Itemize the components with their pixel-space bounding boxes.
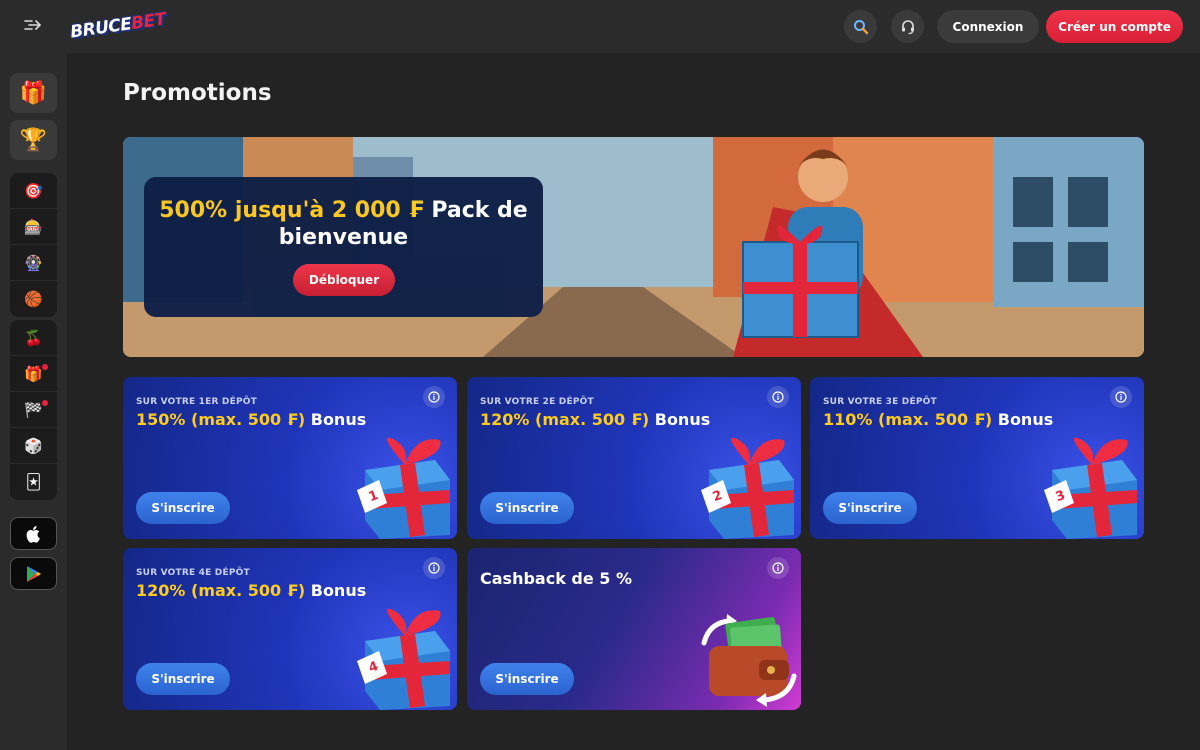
sidebar-group-games: 🎯 🎰 🎡 🏀 [10, 173, 57, 317]
promo-amount: 110% (max. 500 ₣) [823, 410, 993, 429]
welcome-offer-title: 500% jusqu'à 2 000 ₣ Pack de bienvenue [144, 197, 543, 251]
gift-box-illustration [357, 608, 450, 710]
signup-button[interactable]: S'inscrire [136, 492, 230, 524]
info-button[interactable] [423, 557, 445, 579]
welcome-offer-title-rest: Pack de [423, 198, 528, 223]
promo-title: 150% (max. 500 ₣) Bonus [136, 410, 366, 429]
signup-button[interactable]: S'inscrire [480, 492, 574, 524]
brand-logo[interactable]: BRUCEBET [69, 9, 167, 44]
sidebar-item-tournaments[interactable]: 🏆 [10, 120, 57, 160]
logo-text-bet: BET [129, 9, 168, 35]
welcome-offer-title-line2: bienvenue [278, 225, 409, 250]
promo-title-rest: Bonus [305, 581, 367, 600]
ball-icon: 🏀 [24, 290, 43, 308]
apple-icon [26, 525, 40, 543]
dice-icon: 🎲 [24, 436, 43, 455]
signup-button[interactable]: S'inscrire [823, 492, 917, 524]
info-icon [428, 562, 440, 574]
promo-amount: 150% (max. 500 ₣) [136, 410, 306, 429]
google-play-icon [26, 565, 41, 582]
promo-title-rest: Bonus [992, 410, 1054, 429]
promo-amount: 120% (max. 500 ₣) [136, 581, 306, 600]
sidebar-item-cherry[interactable]: 🍒 [10, 320, 57, 356]
sidebar-item-present[interactable]: 🎁 [10, 356, 57, 392]
signup-button[interactable]: S'inscrire [480, 663, 574, 695]
promo-amount: 120% (max. 500 ₣) [480, 410, 650, 429]
promo-card-cashback[interactable]: Cashback de 5 % S'inscrire [467, 548, 801, 710]
sidebar-item-ball[interactable]: 🏀 [10, 281, 57, 317]
welcome-offer-amount: 500% jusqu'à 2 000 ₣ [159, 198, 424, 223]
info-icon [1115, 391, 1127, 403]
sidebar-item-cards[interactable]: 🃏 [10, 464, 57, 500]
race-icon: 🏁 [24, 400, 43, 419]
sidebar-item-target[interactable]: 🎯 [10, 173, 57, 209]
roulette-icon: 🎡 [24, 253, 43, 272]
promo-title-rest: Bonus [305, 410, 367, 429]
promo-subtitle: SUR VOTRE 3E DÉPÔT [823, 397, 937, 407]
login-button[interactable]: Connexion [937, 10, 1039, 43]
info-button[interactable] [423, 386, 445, 408]
info-icon [772, 562, 784, 574]
signup-button[interactable]: S'inscrire [136, 663, 230, 695]
google-play-button[interactable] [10, 557, 57, 590]
promo-subtitle: SUR VOTRE 1ER DÉPÔT [136, 397, 257, 407]
info-button[interactable] [1110, 386, 1132, 408]
sidebar-item-promotions[interactable]: 🎁 [10, 73, 57, 113]
cherry-icon: 🍒 [24, 328, 43, 347]
info-icon [428, 391, 440, 403]
sidebar-toggle-icon[interactable] [22, 16, 44, 38]
promo-subtitle: SUR VOTRE 2E DÉPÔT [480, 397, 594, 407]
sidebar-item-wheel[interactable]: 🎡 [10, 245, 57, 281]
app-store-button[interactable] [10, 517, 57, 550]
headset-icon [901, 19, 914, 34]
promo-subtitle: SUR VOTRE 4E DÉPÔT [136, 568, 250, 578]
support-button[interactable] [891, 10, 924, 43]
wallet-cashback-illustration [701, 614, 797, 707]
trophy-icon: 🏆 [19, 127, 48, 153]
promo-title: 120% (max. 500 ₣) Bonus [480, 410, 710, 429]
search-icon [853, 19, 868, 34]
info-button[interactable] [767, 557, 789, 579]
promo-card-deposit-4[interactable]: SUR VOTRE 4E DÉPÔT 120% (max. 500 ₣) Bon… [123, 548, 457, 710]
notification-dot [42, 400, 48, 406]
sidebar-item-dice[interactable]: 🎲 [10, 428, 57, 464]
sidebar-item-race[interactable]: 🏁 [10, 392, 57, 428]
logo-text-bruce: BRUCE [69, 14, 133, 43]
cards-icon: 🃏 [25, 473, 42, 491]
top-header: BRUCEBET Connexion Créer un compte [0, 0, 1200, 53]
promo-title-rest: Bonus [649, 410, 711, 429]
target-icon: 🎯 [24, 181, 43, 200]
gift-box-illustration [701, 437, 794, 539]
slot-machine-icon: 🎰 [24, 217, 43, 236]
sidebar-group-categories: 🍒 🎁 🏁 🎲 🃏 [10, 320, 57, 500]
promo-title: 120% (max. 500 ₣) Bonus [136, 581, 366, 600]
promo-title: 110% (max. 500 ₣) Bonus [823, 410, 1053, 429]
info-button[interactable] [767, 386, 789, 408]
cashback-title: Cashback de 5 % [480, 569, 633, 588]
promo-card-deposit-1[interactable]: SUR VOTRE 1ER DÉPÔT 150% (max. 500 ₣) Bo… [123, 377, 457, 539]
gift-icon: 🎁 [19, 80, 48, 106]
register-button[interactable]: Créer un compte [1046, 10, 1183, 43]
notification-dot [42, 364, 48, 370]
unlock-button[interactable]: Débloquer [293, 264, 395, 296]
present-icon: 🎁 [24, 364, 43, 383]
promo-card-deposit-3[interactable]: SUR VOTRE 3E DÉPÔT 110% (max. 500 ₣) Bon… [810, 377, 1144, 539]
sidebar-item-slots[interactable]: 🎰 [10, 209, 57, 245]
search-button[interactable] [844, 10, 877, 43]
gift-box-illustration [1044, 437, 1137, 539]
welcome-banner[interactable]: 500% jusqu'à 2 000 ₣ Pack de bienvenue D… [123, 137, 1144, 357]
left-sidebar: 🎁 🏆 🎯 🎰 🎡 🏀 🍒 🎁 🏁 🎲 🃏 [0, 53, 67, 750]
welcome-offer-box: 500% jusqu'à 2 000 ₣ Pack de bienvenue D… [144, 177, 543, 317]
page-title: Promotions [123, 80, 272, 106]
promo-card-deposit-2[interactable]: SUR VOTRE 2E DÉPÔT 120% (max. 500 ₣) Bon… [467, 377, 801, 539]
info-icon [772, 391, 784, 403]
gift-box-illustration [357, 437, 450, 539]
